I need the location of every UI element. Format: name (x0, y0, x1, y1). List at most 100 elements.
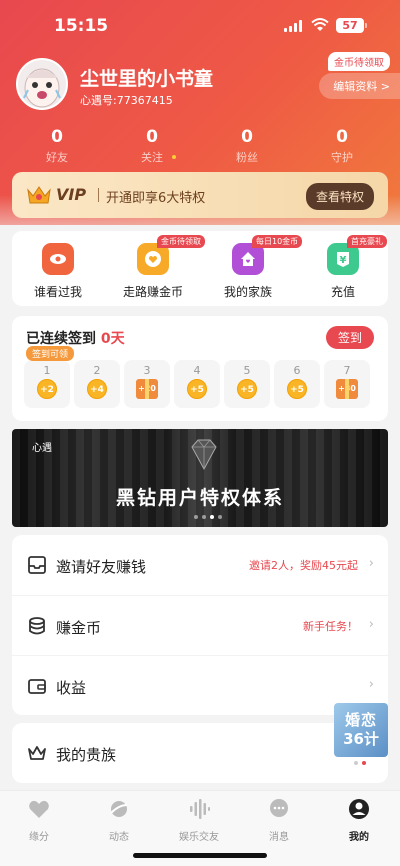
banner-pagination (194, 515, 222, 519)
status-time: 15:15 (54, 16, 109, 36)
menu-item-earnings[interactable]: 收益 › (12, 655, 388, 715)
floating-ad[interactable]: 婚恋 36计 (334, 703, 388, 757)
quick-action-my-family[interactable]: 每日10金币 我的家族 (208, 235, 303, 300)
stat-label: 粉丝 (236, 151, 258, 164)
stat-value: 0 (336, 127, 348, 147)
menu-label: 邀请好友赚钱 (56, 558, 147, 576)
quick-action-badge: 每日10金币 (252, 235, 303, 248)
signin-day[interactable]: 5 +5 (224, 360, 270, 408)
profile-icon (349, 799, 369, 819)
menu-item-invite[interactable]: 邀请好友赚钱 邀请2人，奖励45元起 › (12, 535, 388, 595)
diamond-icon (191, 439, 217, 471)
gift-icon: +20 (136, 379, 158, 399)
tab-label: 我的 (349, 832, 369, 843)
user-id: 心遇号:77367415 (80, 94, 173, 107)
voice-wave-icon (190, 799, 210, 819)
coin-icon: +5 (187, 379, 207, 399)
status-bar: 15:15 57 (0, 0, 400, 50)
float-ad-line1: 婚恋 (344, 711, 377, 729)
menu-label: 我的贵族 (56, 746, 117, 764)
crown-icon (27, 186, 51, 204)
tab-messages[interactable]: 消息 (244, 797, 314, 843)
stat-following[interactable]: 0 关注 (122, 127, 182, 165)
signin-title: 已连续签到 0天 (26, 328, 125, 348)
menu-label: 赚金币 (56, 619, 102, 637)
quick-action-label: 我的家族 (223, 285, 272, 299)
svg-text:¥: ¥ (340, 255, 347, 266)
day-number: 1 (43, 364, 51, 377)
tab-label: 动态 (109, 832, 129, 843)
notification-dot (172, 155, 176, 159)
stat-value: 0 (51, 127, 63, 147)
stat-fans[interactable]: 0 粉丝 (217, 127, 277, 165)
coin-icon: +5 (287, 379, 307, 399)
wifi-icon (311, 18, 329, 31)
battery-icon: 57 (336, 18, 367, 33)
day-number: 6 (293, 364, 301, 377)
quick-action-walk-coins[interactable]: 金币待领取 走路赚金币 (113, 235, 205, 300)
crown-icon (28, 746, 46, 760)
view-privileges-button[interactable]: 查看特权 (305, 183, 374, 210)
signal-icon (284, 20, 304, 32)
coin-icon: +5 (237, 379, 257, 399)
banner-logo: 心遇 (32, 443, 52, 454)
eye-icon (42, 243, 74, 275)
quick-action-badge: 首充豪礼 (347, 235, 387, 248)
menu-item-noble[interactable]: 我的贵族 (12, 723, 388, 783)
promo-banner[interactable]: 心遇 黑钻用户特权体系 (12, 429, 388, 527)
quick-action-badge: 金币待领取 (157, 235, 205, 248)
float-ad-pagination (354, 761, 366, 765)
chevron-right-icon: › (368, 556, 374, 571)
float-ad-line2: 36计 (343, 730, 379, 748)
chevron-right-icon: › (368, 617, 374, 632)
menu-hint: 新手任务！ (303, 620, 358, 633)
signin-day[interactable]: 1 +2 (24, 360, 70, 408)
vip-banner[interactable]: VIP 开通即享6大特权 查看特权 (12, 172, 388, 218)
stat-value: 0 (241, 127, 253, 147)
signin-day[interactable]: 7 +30 (324, 360, 370, 408)
signin-available-badge: 签到可领 (26, 346, 75, 361)
stat-value: 0 (146, 127, 158, 147)
signin-days-value: 0天 (100, 331, 125, 347)
inbox-icon (28, 556, 46, 574)
quick-action-recharge[interactable]: 首充豪礼 ¥ 充值 (303, 235, 387, 300)
avatar[interactable] (16, 58, 68, 110)
stat-label: 好友 (46, 151, 68, 164)
coin-icon: +4 (87, 379, 107, 399)
day-number: 3 (143, 364, 151, 377)
day-number: 7 (343, 364, 351, 377)
heart-icon (29, 800, 49, 818)
tab-fate[interactable]: 缘分 (4, 797, 74, 843)
signin-day[interactable]: 4 +5 (174, 360, 220, 408)
quick-action-who-viewed[interactable]: 谁看过我 (18, 243, 98, 300)
signin-day[interactable]: 3 +20 (124, 360, 170, 408)
gift-icon: +30 (336, 379, 358, 399)
coins-stack-icon (29, 617, 45, 635)
banner-title: 黑钻用户特权体系 (115, 487, 284, 509)
signin-day[interactable]: 2 +4 (74, 360, 120, 408)
signin-button[interactable]: 签到 (325, 326, 374, 349)
coin-pending-badge[interactable]: 金币待领取 (328, 52, 390, 71)
tab-entertainment[interactable]: 娱乐交友 (164, 797, 234, 843)
stat-friends[interactable]: 0 好友 (27, 127, 87, 165)
profile-stats: 0 好友 0 关注 0 粉丝 0 守护 (0, 127, 400, 167)
tab-label: 缘分 (29, 832, 49, 843)
chat-icon (270, 799, 288, 817)
menu-label: 收益 (56, 679, 87, 697)
username: 尘世里的小书童 (80, 68, 214, 90)
day-number: 4 (193, 364, 201, 377)
tab-moments[interactable]: 动态 (84, 797, 154, 843)
menu-hint: 邀请2人，奖励45元起 (249, 559, 358, 572)
planet-icon (110, 801, 128, 817)
signin-card: 已连续签到 0天 签到 签到可领 1 +2 2 +4 3 +20 4 +5 5 … (12, 316, 388, 421)
chevron-right-icon: › (368, 677, 374, 692)
menu-item-earn-coins[interactable]: 赚金币 新手任务！ › (12, 595, 388, 655)
stat-guardians[interactable]: 0 守护 (312, 127, 372, 165)
signin-day[interactable]: 6 +5 (274, 360, 320, 408)
quick-action-label: 走路赚金币 (122, 285, 183, 299)
tab-label: 消息 (269, 832, 289, 843)
menu-list: 邀请好友赚钱 邀请2人，奖励45元起 › 赚金币 新手任务！ › 收益 › (12, 535, 388, 715)
wallet-icon (28, 679, 46, 694)
tab-mine[interactable]: 我的 (324, 797, 394, 843)
edit-profile-button[interactable]: 编辑资料 > (319, 73, 400, 99)
